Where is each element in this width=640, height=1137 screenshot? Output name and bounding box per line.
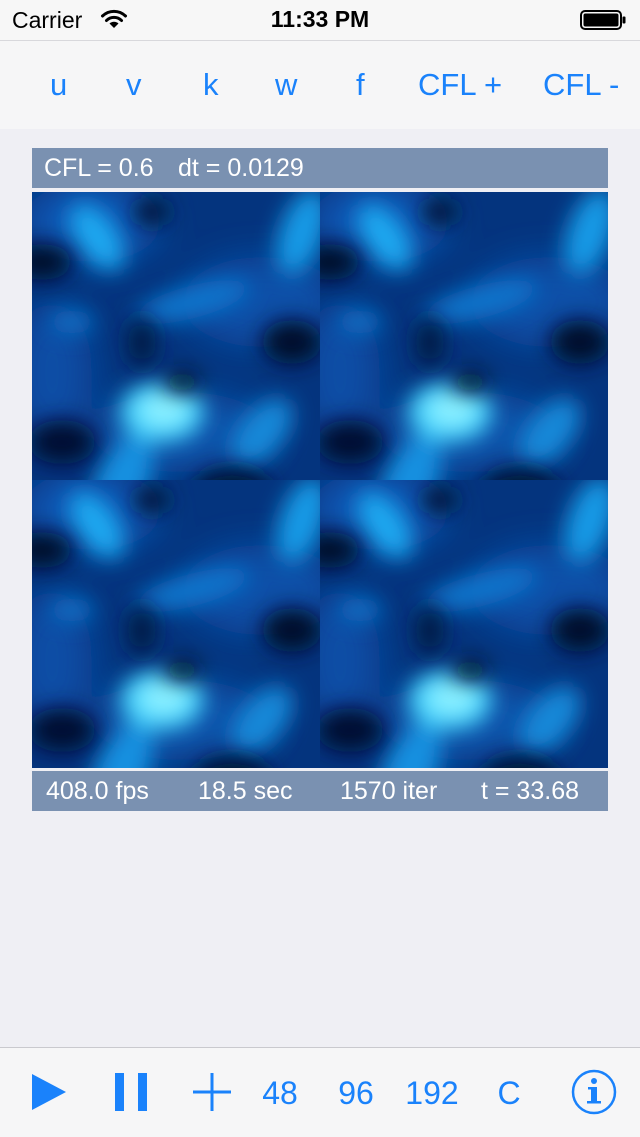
grid-48-button[interactable]: 48: [252, 1070, 308, 1116]
play-icon[interactable]: [30, 1072, 68, 1112]
pause-icon[interactable]: [114, 1072, 148, 1112]
status-bar: Carrier 11:33 PM: [0, 0, 640, 40]
stats-bar: 408.0 fps 18.5 sec 1570 iter t = 33.68: [32, 771, 608, 811]
info-icon[interactable]: [571, 1069, 617, 1115]
grid-192-button[interactable]: 192: [398, 1070, 466, 1116]
timestep-value: dt = 0.0129: [178, 154, 304, 182]
fps-readout: 408.0 fps: [46, 777, 149, 805]
cfl-increase-button[interactable]: CFL +: [418, 65, 502, 105]
elapsed-time-readout: 18.5 sec: [198, 777, 293, 805]
simulation-field-view[interactable]: [32, 192, 608, 768]
cfl-value: CFL = 0.6: [44, 154, 154, 182]
field-u-button[interactable]: u: [50, 65, 67, 105]
battery-icon: [580, 10, 626, 30]
cfl-decrease-button[interactable]: CFL -: [543, 65, 619, 105]
field-f-button[interactable]: f: [356, 65, 365, 105]
bottom-toolbar: 48 96 192 C: [0, 1047, 640, 1137]
plus-icon[interactable]: [193, 1073, 231, 1111]
field-w-button[interactable]: w: [275, 65, 297, 105]
field-k-button[interactable]: k: [203, 65, 219, 105]
iteration-readout: 1570 iter: [340, 777, 438, 805]
simulation-field-image: [32, 192, 608, 768]
c-button[interactable]: C: [490, 1070, 528, 1116]
sim-time-readout: t = 33.68: [481, 777, 579, 805]
field-v-button[interactable]: v: [126, 65, 142, 105]
parameter-bar: CFL = 0.6 dt = 0.0129: [32, 148, 608, 188]
grid-96-button[interactable]: 96: [328, 1070, 384, 1116]
clock: 11:33 PM: [270, 6, 370, 32]
top-toolbar: u v k w f CFL + CFL -: [0, 40, 640, 129]
